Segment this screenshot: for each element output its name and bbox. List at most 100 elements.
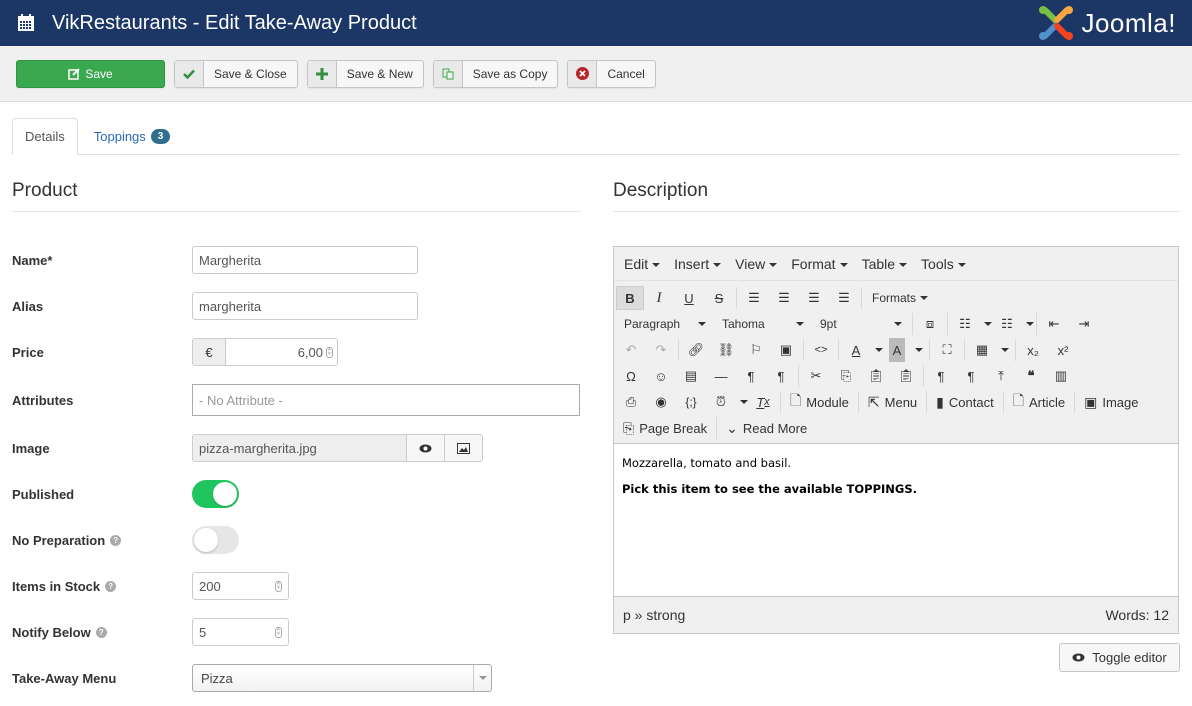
tab-details[interactable]: Details	[12, 118, 78, 155]
chevron-down-icon[interactable]	[915, 348, 923, 352]
insert-image-icon[interactable]: ▣	[771, 338, 801, 362]
published-row: Published	[12, 480, 239, 508]
insert-module-button[interactable]: 🗋︎ Module	[783, 390, 856, 414]
chevron-down-icon[interactable]	[984, 322, 992, 326]
notify-below-input[interactable]: 5 ˄ ˅	[192, 618, 289, 646]
align-left-icon[interactable]: ☰	[739, 286, 769, 310]
save-copy-button[interactable]: Save as Copy	[432, 59, 559, 88]
attributes-select[interactable]: - No Attribute -	[192, 384, 580, 416]
code-icon[interactable]: <>	[806, 338, 836, 362]
price-input[interactable]: 6,00 ˄ ˅	[226, 339, 337, 365]
help-icon[interactable]: ?	[105, 580, 117, 592]
align-right-icon[interactable]: ☰	[799, 286, 829, 310]
unlink-icon[interactable]: ⛓	[711, 338, 741, 362]
find-replace-icon[interactable]: ⧈	[915, 312, 945, 336]
preview-image-button[interactable]	[406, 435, 444, 461]
published-toggle[interactable]	[192, 480, 239, 508]
blockquote-icon[interactable]: ❝	[1016, 364, 1046, 388]
show-blocks-icon[interactable]: ¶	[926, 364, 956, 388]
chevron-down-icon[interactable]	[1026, 322, 1034, 326]
chevron-down-icon[interactable]	[740, 400, 748, 404]
undo-icon[interactable]: ↶	[616, 338, 646, 362]
copy-icon[interactable]: ⎘	[831, 364, 861, 388]
outdent-icon[interactable]: ⇤	[1039, 312, 1069, 336]
print-icon[interactable]: ⎙	[616, 390, 646, 414]
text-color-icon[interactable]: A	[841, 338, 871, 362]
select-image-button[interactable]	[444, 435, 482, 461]
formats-dropdown[interactable]: Formats	[864, 291, 936, 305]
menu-table[interactable]: Table	[856, 256, 913, 272]
spinner-icon[interactable]: ˄ ˅	[275, 580, 282, 592]
help-icon[interactable]: ?	[95, 626, 107, 638]
font-family-select[interactable]: Tahoma	[714, 317, 812, 331]
redo-icon[interactable]: ↷	[646, 338, 676, 362]
no-preparation-toggle[interactable]	[192, 526, 239, 554]
horizontal-rule-icon[interactable]: —	[706, 364, 736, 388]
toggle-editor-button[interactable]: Toggle editor	[1059, 643, 1180, 672]
paste-text-icon[interactable]: 📋︎	[891, 364, 921, 388]
italic-icon[interactable]: I	[644, 286, 674, 310]
subscript-icon[interactable]: x₂	[1018, 338, 1048, 362]
ltr-icon[interactable]: ¶	[736, 364, 766, 388]
menu-edit[interactable]: Edit	[618, 256, 666, 272]
superscript-icon[interactable]: x²	[1048, 338, 1078, 362]
code-sample-icon[interactable]: {;}	[676, 390, 706, 414]
menu-tools[interactable]: Tools	[915, 256, 972, 272]
paste-icon[interactable]: 📋︎	[861, 364, 891, 388]
fullscreen-icon[interactable]: ⛶	[932, 338, 962, 362]
table-icon[interactable]: ▦	[967, 338, 997, 362]
insert-article-button[interactable]: 🗋︎ Article	[1006, 390, 1072, 414]
template-icon[interactable]: ▥	[1046, 364, 1076, 388]
menu-view[interactable]: View	[729, 256, 783, 272]
bookmark-icon[interactable]: ⚐	[741, 338, 771, 362]
alias-input[interactable]: margherita	[192, 292, 418, 320]
insert-datetime-icon[interactable]: ⏰︎	[706, 390, 736, 414]
media-icon[interactable]: ▤	[676, 364, 706, 388]
toolbar-row-6: ⎘ Page Break ⌄ Read More	[614, 415, 1178, 441]
items-in-stock-row: Items in Stock ? 200 ˄ ˅	[12, 572, 289, 600]
name-input[interactable]: Margherita	[192, 246, 418, 274]
cancel-button[interactable]: Cancel	[567, 59, 656, 88]
align-center-icon[interactable]: ☰	[769, 286, 799, 310]
bullet-list-icon[interactable]: ☷	[950, 312, 980, 336]
underline-icon[interactable]: U	[674, 286, 704, 310]
visual-chars-icon[interactable]: ¶	[956, 364, 986, 388]
bold-icon[interactable]: B	[616, 286, 644, 310]
cut-icon[interactable]: ✂	[801, 364, 831, 388]
indent-icon[interactable]: ⇥	[1069, 312, 1099, 336]
save-button[interactable]: Save	[16, 59, 165, 88]
read-more-button[interactable]: ⌄ Read More	[719, 420, 814, 437]
block-format-select[interactable]: Paragraph	[616, 317, 714, 331]
save-close-button[interactable]: Save & Close	[174, 59, 298, 88]
numbered-list-icon[interactable]: ☷	[992, 312, 1022, 336]
clear-formatting-icon[interactable]: Tx	[748, 390, 778, 414]
calendar-icon	[18, 14, 34, 31]
insert-menu-button[interactable]: ⇱ Menu	[861, 394, 924, 411]
tab-toppings[interactable]: Toppings 3	[82, 118, 183, 155]
items-in-stock-input[interactable]: 200 ˄ ˅	[192, 572, 289, 600]
emoticons-icon[interactable]: ☺	[646, 364, 676, 388]
font-size-select[interactable]: 9pt	[812, 317, 910, 331]
menu-insert[interactable]: Insert	[668, 256, 727, 272]
help-icon[interactable]: ?	[110, 534, 122, 546]
chevron-down-icon[interactable]	[1001, 348, 1009, 352]
chevron-down-icon[interactable]	[875, 348, 883, 352]
strikethrough-icon[interactable]: S	[704, 286, 734, 310]
insert-contact-button[interactable]: ▮ Contact	[929, 394, 1001, 411]
preview-icon[interactable]: ◉	[646, 390, 676, 414]
background-color-icon[interactable]: A	[889, 338, 905, 362]
image-input[interactable]: pizza-margherita.jpg	[193, 435, 406, 461]
upload-icon[interactable]: ⤒	[986, 364, 1016, 388]
save-new-button[interactable]: Save & New	[306, 59, 424, 88]
editor-content[interactable]: Mozzarella, tomato and basil. Pick this …	[614, 443, 1178, 597]
insert-image-button[interactable]: ▣ Image	[1077, 394, 1145, 411]
rtl-icon[interactable]: ¶	[766, 364, 796, 388]
align-justify-icon[interactable]: ☰	[829, 286, 859, 310]
special-char-icon[interactable]: Ω	[616, 364, 646, 388]
spinner-icon[interactable]: ˄ ˅	[326, 346, 333, 358]
page-break-button[interactable]: ⎘ Page Break	[616, 420, 714, 437]
takeaway-menu-select[interactable]: Pizza	[192, 664, 492, 692]
link-icon[interactable]: 🔗︎	[681, 338, 711, 362]
menu-format[interactable]: Format	[785, 256, 853, 272]
spinner-icon[interactable]: ˄ ˅	[275, 626, 282, 638]
